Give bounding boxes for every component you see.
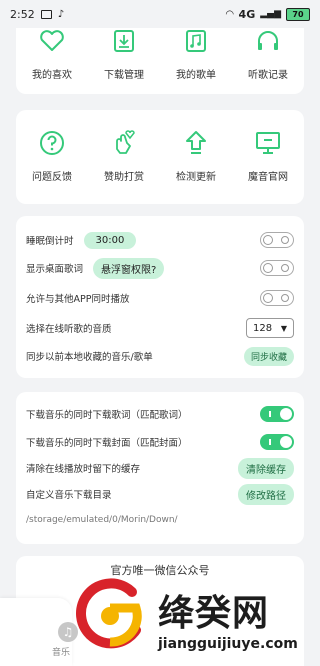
question-icon (37, 128, 67, 158)
check-update-button[interactable]: 检测更新 (164, 128, 228, 183)
sleep-timer-row: 睡眠倒计时 30:00 (26, 228, 294, 252)
download-dir-row: 自定义音乐下载目录 修改路径 (26, 482, 294, 506)
watermark-logo-icon (76, 578, 142, 649)
feedback-button[interactable]: 问题反馈 (20, 128, 84, 183)
download-settings-card: 下载音乐的同时下载歌词（匹配歌词） 下载音乐的同时下载封面（匹配封面） 清除在线… (16, 392, 304, 544)
headphones-icon (253, 26, 283, 56)
quality-select[interactable]: 128 ▼ (246, 318, 294, 338)
sync-label: 同步以前本地收藏的音乐/歌单 (26, 352, 153, 363)
caret-down-icon: ▼ (280, 323, 287, 333)
download-lyrics-row: 下载音乐的同时下载歌词（匹配歌词） (26, 402, 294, 426)
message-icon (40, 9, 52, 19)
status-bar: 2:52 ♪ ◠ 4G ▂▄▆ 70 (0, 0, 320, 28)
sleep-timer-value[interactable]: 30:00 (83, 231, 137, 249)
overlay-permission-badge[interactable]: 悬浮窗权限? (93, 257, 165, 279)
menu-label: 下载管理 (104, 70, 144, 81)
my-playlists-button[interactable]: 我的歌单 (164, 26, 228, 81)
monitor-icon (253, 128, 283, 158)
status-time: 2:52 (10, 7, 35, 21)
download-cover-label: 下载音乐的同时下载封面（匹配封面） (26, 438, 188, 449)
download-path-text: /storage/emulated/0/Morin/Down/ (26, 515, 178, 525)
download-manager-button[interactable]: 下载管理 (92, 26, 156, 81)
playlist-icon (181, 26, 211, 56)
my-favorites-button[interactable]: 我的喜欢 (20, 26, 84, 81)
desktop-lyrics-toggle[interactable] (260, 260, 294, 276)
download-icon (109, 26, 139, 56)
clear-cache-label: 清除在线播放时留下的缓存 (26, 464, 141, 475)
listen-history-button[interactable]: 听歌记录 (236, 26, 300, 81)
quality-row: 选择在线听歌的音质 128 ▼ (26, 316, 294, 340)
support-menu-card: 问题反馈 赞助打赏 检测更新 魔音官网 (16, 110, 304, 204)
download-lyrics-toggle[interactable] (260, 406, 294, 422)
mix-play-toggle[interactable] (260, 290, 294, 306)
menu-label: 检测更新 (176, 172, 216, 183)
signal-icon: ▂▄▆ (260, 9, 281, 19)
official-website-button[interactable]: 魔音官网 (236, 128, 300, 183)
playback-settings-card: 睡眠倒计时 30:00 显示桌面歌词 悬浮窗权限? 允许与其他APP同时播放 选… (16, 216, 304, 378)
sleep-timer-label: 睡眠倒计时 (26, 236, 74, 247)
wechat-card-title: 官方唯一微信公众号 (110, 564, 210, 577)
desktop-lyrics-label: 显示桌面歌词 (26, 264, 84, 275)
quality-value: 128 (253, 322, 273, 334)
finger-heart-icon (109, 128, 139, 158)
wifi-icon: ◠ (225, 8, 234, 20)
download-cover-row: 下载音乐的同时下载封面（匹配封面） (26, 430, 294, 454)
sleep-timer-toggle[interactable] (260, 232, 294, 248)
watermark-brand: 绛癸网 (158, 593, 270, 634)
menu-label: 魔音官网 (248, 172, 288, 183)
download-cover-toggle[interactable] (260, 434, 294, 450)
network-type: 4G (238, 7, 256, 21)
clear-cache-row: 清除在线播放时留下的缓存 清除缓存 (26, 456, 294, 480)
mix-play-row: 允许与其他APP同时播放 (26, 286, 294, 310)
desktop-lyrics-row: 显示桌面歌词 悬浮窗权限? (26, 256, 294, 280)
watermark-domain: jiangguijiuye.com (158, 636, 298, 652)
menu-label: 听歌记录 (248, 70, 288, 81)
download-lyrics-label: 下载音乐的同时下载歌词（匹配歌词） (26, 410, 188, 421)
quick-menu-card: 我的喜欢 下载管理 我的歌单 听歌记录 (16, 18, 304, 94)
heart-icon (37, 26, 67, 56)
sync-favorites-button[interactable]: 同步收藏 (243, 346, 294, 366)
change-path-button[interactable]: 修改路径 (238, 483, 294, 505)
menu-label: 赞助打赏 (104, 172, 144, 183)
mix-play-label: 允许与其他APP同时播放 (26, 294, 130, 305)
menu-label: 我的喜欢 (32, 70, 72, 81)
quality-label: 选择在线听歌的音质 (26, 324, 112, 335)
menu-label: 问题反馈 (32, 172, 72, 183)
tiktok-icon: ♪ (57, 8, 65, 20)
donate-button[interactable]: 赞助打赏 (92, 128, 156, 183)
download-dir-label: 自定义音乐下载目录 (26, 490, 112, 501)
menu-label: 我的歌单 (176, 70, 216, 81)
music-nav-label[interactable]: 音乐 (52, 645, 70, 658)
battery-indicator: 70 (286, 7, 310, 21)
download-path-row: /storage/emulated/0/Morin/Down/ (26, 508, 294, 532)
upload-arrow-icon (181, 128, 211, 158)
clear-cache-button[interactable]: 清除缓存 (238, 457, 294, 479)
sync-row: 同步以前本地收藏的音乐/歌单 同步收藏 (26, 344, 294, 368)
